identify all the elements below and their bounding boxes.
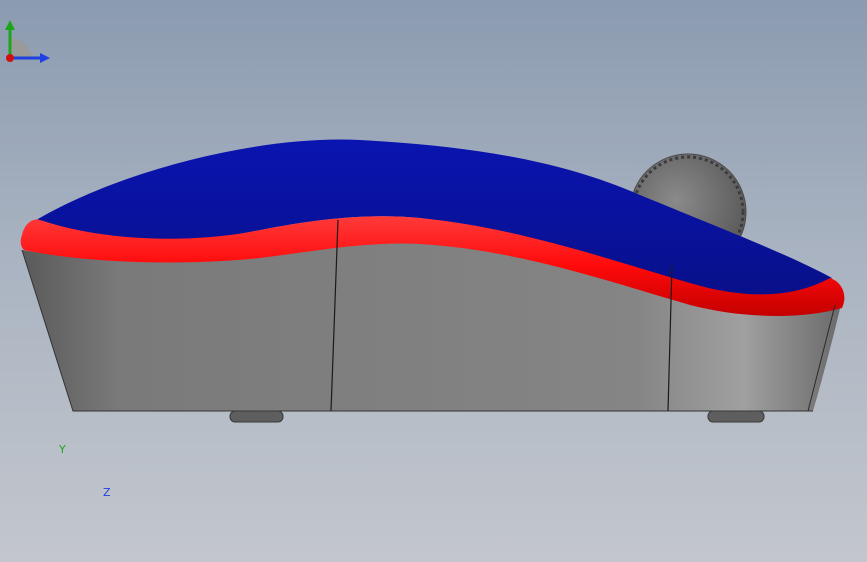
triad-plane-icon bbox=[10, 37, 32, 58]
triad-z-arrowhead-icon bbox=[40, 53, 50, 63]
triad-origin-icon bbox=[6, 54, 14, 62]
mouse-model-side-view[interactable] bbox=[0, 0, 867, 562]
triad-y-label: Y bbox=[59, 443, 66, 456]
foot-rear[interactable] bbox=[707, 410, 765, 423]
foot-front[interactable] bbox=[229, 410, 284, 423]
orientation-triad bbox=[5, 20, 50, 63]
triad-y-arrowhead-icon bbox=[5, 20, 15, 30]
graphics-viewport[interactable]: Y Z bbox=[0, 0, 867, 562]
triad-z-label: Z bbox=[103, 486, 111, 499]
